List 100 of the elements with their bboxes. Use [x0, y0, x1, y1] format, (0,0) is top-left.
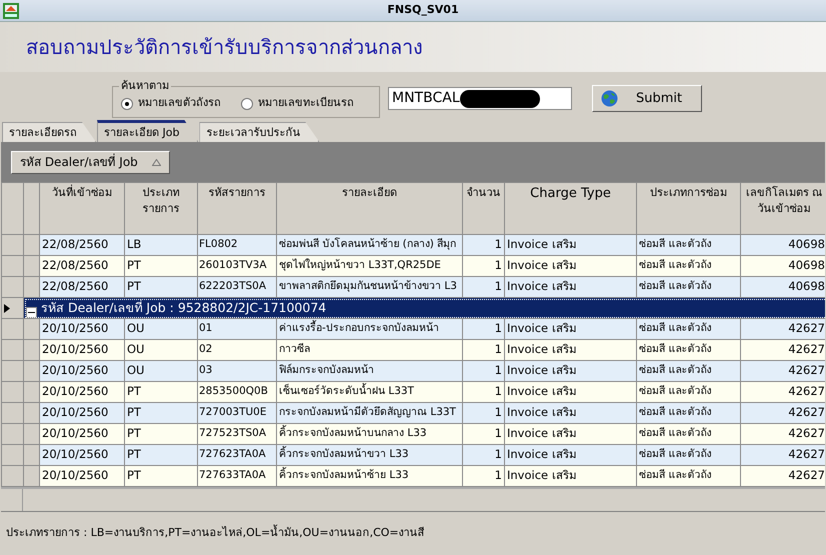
table-cell: Invoice เสริม — [504, 466, 636, 486]
table-cell: 727523TS0A — [198, 424, 276, 444]
table-cell: ซ่อมสี และตัวถัง — [636, 276, 740, 298]
table-cell: ขาพลาสติกยึดมุมกันชนหน้าข้างขวา L3 — [276, 276, 462, 298]
table-cell: ซ่อมสี และตัวถัง — [636, 318, 740, 340]
group-label: รหัส Dealer/เลขที่ Job : 9528802/2JC-17100074 — [41, 300, 326, 314]
table-cell: 20/10/2560 — [40, 466, 124, 486]
row-header[interactable] — [2, 276, 24, 298]
group-row[interactable]: รหัส Dealer/เลขที่ Job : 9528802/2JC-17100074 — [24, 298, 825, 318]
table-cell: 42627 — [740, 360, 825, 382]
table-cell: Invoice เสริม — [504, 318, 636, 340]
table-cell: 1 — [462, 402, 504, 424]
radio-button[interactable] — [241, 98, 253, 110]
table-cell: Invoice เสริม — [504, 382, 636, 402]
table-cell: LB — [124, 234, 198, 256]
row-header[interactable] — [2, 424, 24, 444]
table-cell: 2853500Q0B — [198, 382, 276, 402]
radio-option[interactable]: หมายเลขทะเบียนรถ — [241, 95, 354, 112]
table-cell: 20/10/2560 — [40, 424, 124, 444]
table-cell: 727003TU0E — [198, 402, 276, 424]
table-cell: 1 — [462, 382, 504, 402]
column-header[interactable]: รายละเอียด — [276, 182, 462, 234]
search-field[interactable]: MNTBCAL — [388, 87, 572, 110]
table-cell: 1 — [462, 444, 504, 466]
column-header[interactable]: ประเภทการซ่อม — [636, 182, 740, 234]
table-cell: OU — [124, 360, 198, 382]
table-cell: OU — [124, 340, 198, 360]
table-cell: ซ่อมสี และตัวถัง — [636, 234, 740, 256]
table-cell: 1 — [462, 340, 504, 360]
submit-button[interactable]: Submit — [592, 85, 702, 112]
sort-arrow-icon — [152, 158, 161, 166]
page-heading: สอบถามประวัติการเข้ารับบริการจากส่วนกลาง — [26, 35, 423, 59]
column-header[interactable]: ประเภท รายการ — [124, 182, 198, 234]
table-cell: ซ่อมสี และตัวถัง — [636, 382, 740, 402]
table-cell: 42627 — [740, 466, 825, 486]
row-header[interactable] — [2, 382, 24, 402]
table-cell: Invoice เสริม — [504, 444, 636, 466]
radio-option[interactable]: หมายเลขตัวถังรถ — [121, 95, 221, 112]
app-icon — [2, 2, 20, 20]
radio-button[interactable] — [121, 98, 133, 110]
row-header[interactable] — [2, 340, 24, 360]
table-cell: Invoice เสริม — [504, 276, 636, 298]
row-header[interactable] — [2, 444, 24, 466]
table-cell: Invoice เสริม — [504, 402, 636, 424]
table-cell: กระจกบังลมหน้ามีตัวยึดสัญญาณ L33T — [276, 402, 462, 424]
table-cell: ซ่อมสี และตัวถัง — [636, 340, 740, 360]
tab[interactable]: ระยะเวลารับประกัน — [199, 122, 320, 142]
table-cell: 1 — [462, 234, 504, 256]
table-cell: Invoice เสริม — [504, 340, 636, 360]
table-cell: กาวซีล — [276, 340, 462, 360]
row-header[interactable] — [2, 360, 24, 382]
table-cell: 1 — [462, 360, 504, 382]
column-header[interactable]: วันที่เข้าซ่อม — [40, 182, 124, 234]
table-cell: ฟิล์มกระจกบังลมหน้า — [276, 360, 462, 382]
table-cell: 40698 — [740, 234, 825, 256]
table-cell: 1 — [462, 256, 504, 276]
collapse-toggle[interactable] — [26, 306, 37, 318]
row-header[interactable] — [2, 402, 24, 424]
table-cell: ซ่อมสี และตัวถัง — [636, 424, 740, 444]
tab[interactable]: รายละเอียดรถ — [2, 122, 96, 142]
table-cell: ชุดไฟใหญ่หน้าขวา L33T,QR25DE — [276, 256, 462, 276]
table-cell: 622203TS0A — [198, 276, 276, 298]
table-cell: 20/10/2560 — [40, 402, 124, 424]
globe-icon — [601, 90, 618, 107]
legend-note: ประเภทรายการ : LB=งานบริการ,PT=งานอะไหล่,OL=น้ำมัน,OU=งานนอก,CO=งานสี — [6, 525, 425, 542]
column-header[interactable]: เลขกิโลเมตร ณ วันเข้าซ่อม — [740, 182, 825, 234]
table-cell: PT — [124, 402, 198, 424]
table-cell: PT — [124, 424, 198, 444]
table-cell: 01 — [198, 318, 276, 340]
table-cell: 20/10/2560 — [40, 340, 124, 360]
table-cell: 1 — [462, 276, 504, 298]
table-cell: 22/08/2560 — [40, 276, 124, 298]
row-header[interactable] — [2, 466, 24, 486]
table-cell: ค่าแรงรื้อ-ประกอบกระจกบังลมหน้า — [276, 318, 462, 340]
table-cell: 1 — [462, 424, 504, 444]
tab[interactable]: รายละเอียด Job — [97, 120, 198, 142]
table-cell: 727633TA0A — [198, 466, 276, 486]
table-cell: 42627 — [740, 402, 825, 424]
table-cell: ซ่อมสี และตัวถัง — [636, 256, 740, 276]
radio-label: หมายเลขทะเบียนรถ — [258, 95, 354, 112]
table-cell: 02 — [198, 340, 276, 360]
column-header[interactable]: Charge Type — [504, 182, 636, 234]
group-by-button[interactable]: รหัส Dealer/เลขที่ Job — [11, 150, 170, 174]
table-cell: 42627 — [740, 424, 825, 444]
column-header[interactable]: รหัสรายการ — [198, 182, 276, 234]
table-cell: PT — [124, 444, 198, 466]
current-row-icon — [4, 304, 10, 313]
table-cell: 20/10/2560 — [40, 360, 124, 382]
column-header[interactable]: จำนวน — [462, 182, 504, 234]
table-cell: PT — [124, 256, 198, 276]
row-header[interactable] — [2, 234, 24, 256]
row-header[interactable] — [2, 256, 24, 276]
table-cell: 1 — [462, 466, 504, 486]
table-cell: OU — [124, 318, 198, 340]
table-cell: ซ่อมสี และตัวถัง — [636, 444, 740, 466]
table-cell: 42627 — [740, 318, 825, 340]
table-cell: ซ่อมสี และตัวถัง — [636, 360, 740, 382]
table-cell: Invoice เสริม — [504, 256, 636, 276]
table-cell: 40698 — [740, 256, 825, 276]
window-title: FNSQ_SV01 — [386, 2, 460, 18]
